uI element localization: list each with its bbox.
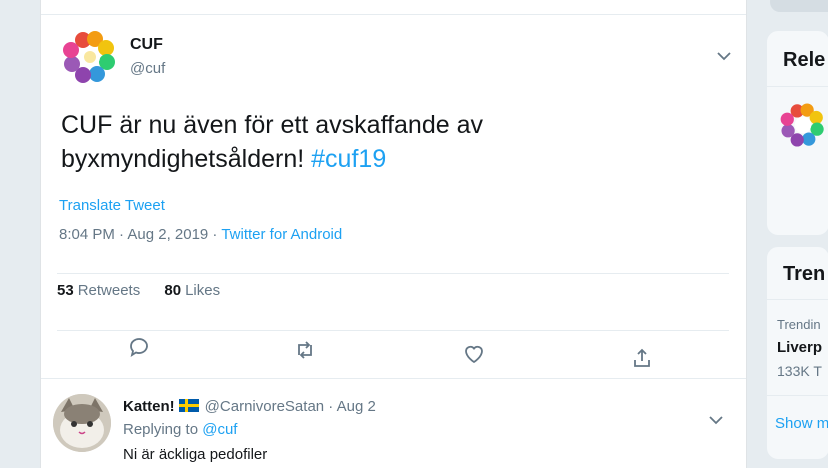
relevant-people-card: Rele bbox=[766, 30, 828, 236]
trend-name[interactable]: Liverp bbox=[777, 339, 822, 356]
reply-time[interactable]: · Aug 2 bbox=[328, 398, 376, 415]
trends-divider bbox=[767, 299, 828, 300]
tweet-stats: 53 Retweets 80 Likes bbox=[57, 282, 240, 299]
likes-stat[interactable]: 80 Likes bbox=[164, 282, 220, 299]
trend-context: Trendin bbox=[777, 317, 821, 332]
heart-icon bbox=[465, 345, 483, 364]
share-icon bbox=[634, 348, 650, 367]
replying-to: Replying to @cuf bbox=[123, 421, 237, 438]
retweets-stat[interactable]: 53 Retweets bbox=[57, 282, 140, 299]
reply-header: Katten! @CarnivoreSatan · Aug 2 bbox=[123, 398, 376, 415]
top-divider bbox=[41, 14, 746, 15]
reply-avatar[interactable] bbox=[53, 394, 111, 452]
tweet-text: CUF är nu även för ett avskaffande av by… bbox=[61, 108, 621, 176]
translate-tweet-link[interactable]: Translate Tweet bbox=[59, 197, 165, 214]
replying-to-prefix: Replying to bbox=[123, 421, 199, 438]
tweet-detail-column: CUF @cuf CUF är nu även för ett avskaffa… bbox=[40, 0, 747, 468]
trends-title: Tren bbox=[783, 263, 826, 285]
reply-button[interactable] bbox=[127, 335, 155, 363]
replying-to-mention[interactable]: @cuf bbox=[202, 421, 237, 438]
stats-bottom-divider bbox=[57, 330, 729, 331]
retweets-label: Retweets bbox=[77, 282, 141, 299]
retweet-button[interactable] bbox=[293, 338, 321, 366]
trends-bottom-divider bbox=[767, 395, 828, 396]
tweet-meta: 8:04 PM · Aug 2, 2019 · Twitter for Andr… bbox=[59, 226, 342, 243]
stats-top-divider bbox=[57, 273, 729, 274]
reply-separator bbox=[41, 378, 746, 379]
cuf-avatar[interactable] bbox=[61, 28, 119, 86]
likes-label: Likes bbox=[185, 282, 221, 299]
reply-author-handle[interactable]: @CarnivoreSatan bbox=[205, 398, 324, 415]
show-more-link[interactable]: Show m bbox=[775, 415, 828, 432]
retweet-icon bbox=[298, 341, 312, 359]
top-search-pill[interactable] bbox=[770, 0, 828, 12]
relevant-cuf-avatar[interactable] bbox=[779, 101, 827, 149]
tweet-source-link[interactable]: Twitter for Android bbox=[221, 226, 342, 243]
chevron-down-icon[interactable] bbox=[717, 48, 731, 64]
author-name[interactable]: CUF bbox=[130, 36, 163, 54]
reply-author-name[interactable]: Katten! bbox=[123, 398, 175, 415]
hashtag-link[interactable]: #cuf19 bbox=[311, 145, 386, 173]
tweet-timestamp[interactable]: 8:04 PM · Aug 2, 2019 · bbox=[59, 226, 217, 243]
retweets-count: 53 bbox=[57, 282, 74, 299]
trends-card: Tren Trendin Liverp 133K T Show m bbox=[766, 246, 828, 460]
like-button[interactable] bbox=[462, 342, 490, 370]
reply-chevron-down-icon[interactable] bbox=[709, 412, 723, 428]
relevant-divider bbox=[767, 86, 828, 87]
trend-count: 133K T bbox=[777, 363, 822, 379]
share-button[interactable] bbox=[630, 346, 658, 374]
author-handle[interactable]: @cuf bbox=[130, 60, 165, 77]
relevant-people-title: Rele bbox=[783, 49, 826, 71]
swedish-flag-icon bbox=[178, 399, 199, 412]
tweet-text-main: CUF är nu även för ett avskaffande av by… bbox=[61, 111, 483, 173]
reply-text: Ni är äckliga pedofiler bbox=[123, 446, 268, 463]
likes-count: 80 bbox=[164, 282, 182, 299]
reply-icon bbox=[130, 338, 148, 357]
